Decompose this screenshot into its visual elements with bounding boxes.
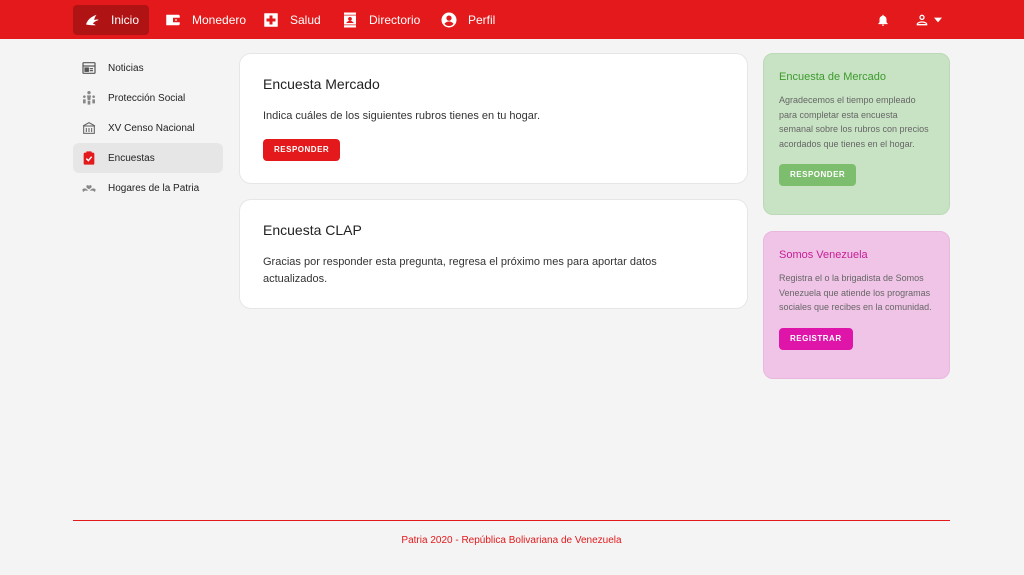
heart-hands-icon [81,180,97,196]
footer-divider [73,520,950,521]
sidebar: Noticias Protección Social XV Censo Naci… [73,53,223,203]
promo-title: Somos Venezuela [779,249,868,261]
sidebar-item-label: Protección Social [108,92,186,104]
top-navbar: Inicio Monedero Salud Directorio Perfil [0,0,1024,39]
nav-label: Monedero [192,13,247,27]
sidebar-item-censo[interactable]: XV Censo Nacional [73,113,223,143]
news-icon [81,60,97,76]
sidebar-item-proteccion-social[interactable]: Protección Social [73,83,223,113]
card-title: Encuesta CLAP [263,222,362,238]
promo-title: Encuesta de Mercado [779,71,887,83]
user-circle-icon [440,11,458,29]
wallet-icon [164,11,182,29]
caret-down-icon [934,17,942,23]
family-icon [81,90,97,106]
health-cross-icon [262,11,280,29]
nav-label: Inicio [111,13,140,27]
patria-logo-icon [83,11,101,29]
sidebar-item-label: XV Censo Nacional [108,122,195,134]
responder-button[interactable]: RESPONDER [263,139,341,161]
account-menu-button[interactable] [914,10,942,30]
nav-item-perfil[interactable]: Perfil [430,5,505,35]
sidebar-item-encuestas[interactable]: Encuestas [73,143,223,173]
notifications-bell-icon[interactable] [876,10,890,30]
clipboard-check-icon [81,150,97,166]
census-building-icon [81,120,97,136]
contact-book-icon [341,11,359,29]
nav-label: Salud [290,13,321,27]
survey-card-mercado: Encuesta Mercado Indica cuáles de los si… [239,53,748,184]
registrar-button[interactable]: REGISTRAR [779,327,853,350]
promo-card-encuesta-mercado: Encuesta de Mercado Agradecemos el tiemp… [763,53,950,215]
user-outline-icon [914,12,930,28]
nav-label: Directorio [369,13,421,27]
nav-item-salud[interactable]: Salud [252,5,331,35]
sidebar-item-label: Noticias [108,62,144,74]
nav-item-directorio[interactable]: Directorio [331,5,430,35]
footer-text: Patria 2020 - República Bolivariana de V… [401,535,622,546]
sidebar-item-hogares[interactable]: Hogares de la Patria [73,173,223,203]
nav-item-monedero[interactable]: Monedero [154,5,256,35]
promo-text: Registra el o la brigadista de Somos Ven… [779,273,932,313]
nav-item-inicio[interactable]: Inicio [73,5,150,35]
card-text: Gracias por responder esta pregunta, reg… [263,256,657,285]
promo-card-somos-venezuela: Somos Venezuela Registra el o la brigadi… [763,231,950,379]
promo-text: Agradecemos el tiempo empleado para comp… [779,95,929,149]
sidebar-item-label: Hogares de la Patria [108,182,200,194]
card-text: Indica cuáles de los siguientes rubros t… [263,110,541,122]
card-title: Encuesta Mercado [263,76,380,92]
nav-label: Perfil [468,13,496,27]
promo-responder-button[interactable]: RESPONDER [779,164,857,187]
survey-card-clap: Encuesta CLAP Gracias por responder esta… [239,199,748,309]
sidebar-item-label: Encuestas [108,152,155,164]
sidebar-item-noticias[interactable]: Noticias [73,53,223,83]
